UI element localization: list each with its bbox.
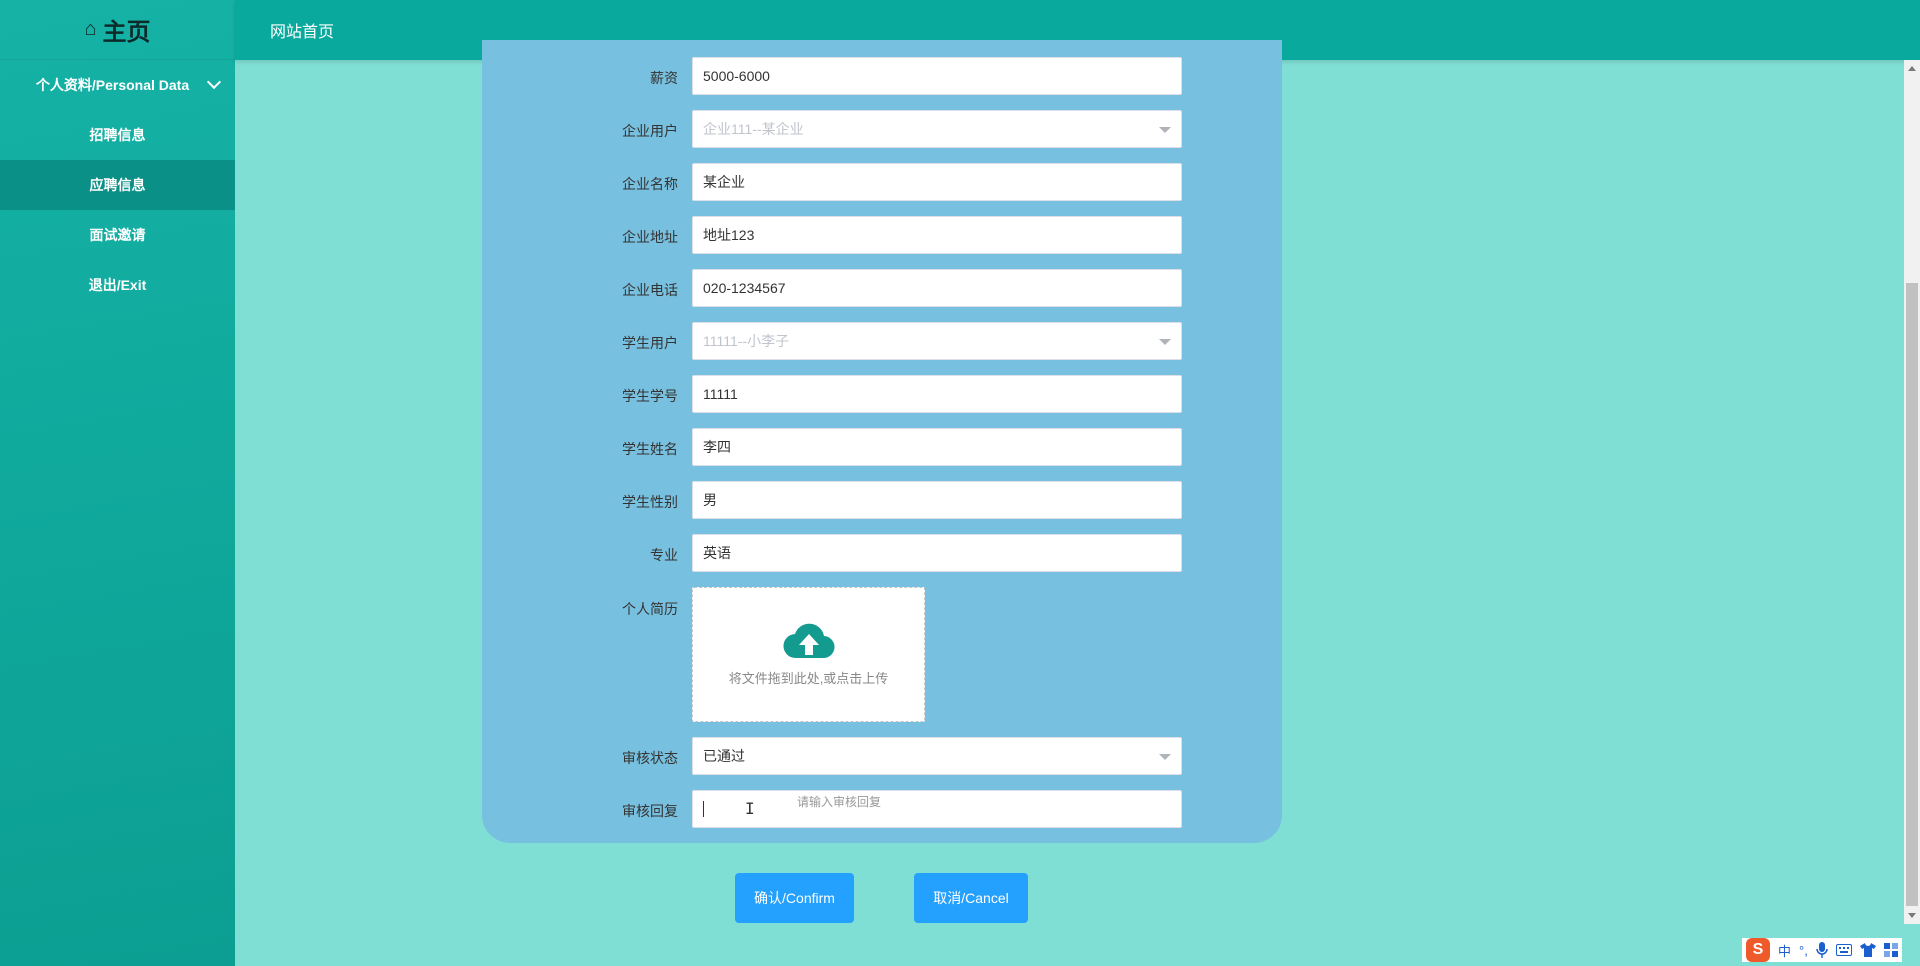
upload-hint: 将文件拖到此处,或点击上传 xyxy=(728,671,889,686)
major-label: 专业 xyxy=(650,547,678,563)
sidebar-item-label: 面试邀请 xyxy=(89,227,146,243)
student-gender-label: 学生性别 xyxy=(622,494,678,510)
form-row-review-reply: 审核回复 I 请输入审核回复 xyxy=(482,790,1282,828)
chevron-down-icon xyxy=(1159,127,1171,133)
sidebar-item-exit[interactable]: 退出/Exit xyxy=(0,260,235,310)
sidebar: ⌂ 主页 个人资料/Personal Data 招聘信息 应聘信息 面试邀请 退… xyxy=(0,0,235,966)
student-name-input[interactable]: 李四 xyxy=(692,428,1182,466)
sidebar-item-job-info[interactable]: 招聘信息 xyxy=(0,110,235,160)
sidebar-item-label: 应聘信息 xyxy=(89,177,146,193)
student-user-select[interactable]: 11111--小李子 xyxy=(692,322,1182,360)
company-address-input[interactable]: 地址123 xyxy=(692,216,1182,254)
student-name-label: 学生姓名 xyxy=(622,441,678,457)
student-gender-input[interactable]: 男 xyxy=(692,481,1182,519)
form-row-review-status: 审核状态 已通过 xyxy=(482,737,1282,775)
menu-group-personal-data[interactable]: 个人资料/Personal Data xyxy=(0,60,235,110)
form-row-student-gender: 学生性别 男 xyxy=(482,481,1282,519)
company-user-label: 企业用户 xyxy=(622,123,678,139)
form-row-student-name: 学生姓名 李四 xyxy=(482,428,1282,466)
student-id-label: 学生学号 xyxy=(622,388,678,404)
review-reply-input[interactable]: I 请输入审核回复 xyxy=(692,790,1182,828)
form-row-student-user: 学生用户 11111--小李子 xyxy=(482,322,1282,360)
salary-input[interactable]: 5000-6000 xyxy=(692,57,1182,95)
sidebar-title-label: 主页 xyxy=(102,19,151,46)
company-name-label: 企业名称 xyxy=(622,176,678,192)
company-address-label: 企业地址 xyxy=(622,229,678,245)
sogou-ime-logo[interactable]: S xyxy=(1746,938,1770,962)
company-phone-label: 企业电话 xyxy=(622,282,678,298)
form-row-company-user: 企业用户 企业111--某企业 xyxy=(482,110,1282,148)
cloud-upload-icon xyxy=(782,623,835,659)
resume-upload-dropzone[interactable]: 将文件拖到此处,或点击上传 xyxy=(692,587,925,722)
form-row-student-id: 学生学号 11111 xyxy=(482,375,1282,413)
sidebar-item-label: 退出/Exit xyxy=(88,277,147,293)
company-name-input[interactable]: 某企业 xyxy=(692,163,1182,201)
home-icon: ⌂ xyxy=(84,18,97,40)
company-user-value: 企业111--某企业 xyxy=(703,121,804,137)
menu-group-label: 个人资料/Personal Data xyxy=(35,77,190,93)
sidebar-item-interview-invites[interactable]: 面试邀请 xyxy=(0,210,235,260)
ime-punctuation-toggle[interactable]: °, xyxy=(1799,943,1808,958)
resume-label: 个人简历 xyxy=(622,601,678,617)
chevron-down-icon xyxy=(1159,754,1171,760)
review-status-select[interactable]: 已通过 xyxy=(692,737,1182,775)
site-home-link[interactable]: 网站首页 xyxy=(270,18,334,42)
sidebar-item-applications[interactable]: 应聘信息 xyxy=(0,160,235,210)
scroll-up-icon[interactable] xyxy=(1908,66,1916,71)
cancel-button[interactable]: 取消/Cancel xyxy=(914,873,1028,923)
toolbox-grid-icon[interactable] xyxy=(1883,943,1898,957)
skin-shirt-icon[interactable] xyxy=(1859,943,1876,957)
ibeam-cursor-icon: I xyxy=(745,799,755,818)
student-id-input[interactable]: 11111 xyxy=(692,375,1182,413)
text-caret xyxy=(703,801,704,817)
confirm-button[interactable]: 确认/Confirm xyxy=(735,873,854,923)
student-user-label: 学生用户 xyxy=(622,335,678,351)
review-reply-label: 审核回复 xyxy=(622,803,678,819)
chevron-down-icon xyxy=(206,74,222,90)
form-panel: 薪资 5000-6000 企业用户 企业111--某企业 企业名称 某企业 企业… xyxy=(482,40,1282,843)
student-user-value: 11111--小李子 xyxy=(703,333,790,349)
salary-label: 薪资 xyxy=(650,70,678,86)
form-row-salary: 薪资 5000-6000 xyxy=(482,57,1282,95)
microphone-icon[interactable] xyxy=(1816,942,1828,958)
review-status-label: 审核状态 xyxy=(622,750,678,766)
sidebar-title[interactable]: ⌂ 主页 xyxy=(0,0,235,60)
form-row-company-phone: 企业电话 020-1234567 xyxy=(482,269,1282,307)
ime-toolbar: S 中 °, xyxy=(1742,938,1902,962)
page-scrollbar[interactable] xyxy=(1904,60,1920,924)
scroll-down-icon[interactable] xyxy=(1908,913,1916,918)
review-status-value: 已通过 xyxy=(703,748,745,764)
scrollbar-thumb[interactable] xyxy=(1906,283,1918,906)
review-reply-placeholder: 请输入审核回复 xyxy=(797,795,882,809)
major-input[interactable]: 英语 xyxy=(692,534,1182,572)
form-row-major: 专业 英语 xyxy=(482,534,1282,572)
form-row-company-name: 企业名称 某企业 xyxy=(482,163,1282,201)
form-row-company-address: 企业地址 地址123 xyxy=(482,216,1282,254)
company-phone-input[interactable]: 020-1234567 xyxy=(692,269,1182,307)
keyboard-icon[interactable] xyxy=(1835,944,1852,956)
company-user-select[interactable]: 企业111--某企业 xyxy=(692,110,1182,148)
sidebar-item-label: 招聘信息 xyxy=(89,127,146,143)
ime-language-toggle[interactable]: 中 xyxy=(1778,941,1791,960)
chevron-down-icon xyxy=(1159,339,1171,345)
